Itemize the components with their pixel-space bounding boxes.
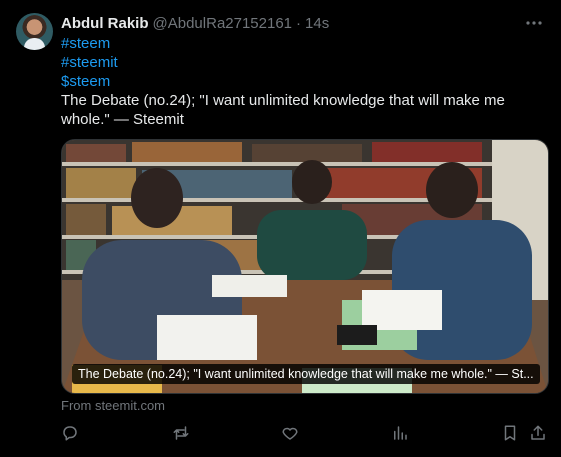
like-icon[interactable] [281,424,301,444]
retweet-icon[interactable] [172,424,192,444]
hashtag-steemit[interactable]: #steemit [61,53,543,72]
card-caption: The Debate (no.24); "I want unlimited kn… [72,364,540,384]
cashtag-steem[interactable]: $steem [61,72,543,91]
author-handle[interactable]: @AbdulRa27152161 [153,15,293,32]
hashtag-steem[interactable]: #steem [61,34,543,53]
bookmark-icon[interactable] [501,424,521,444]
more-icon[interactable] [525,14,543,34]
tweet-header: Abdul Rakib @AbdulRa27152161 · 14s [61,14,329,32]
separator-dot: · [296,14,302,32]
card-source[interactable]: From steemit.com [61,398,165,413]
timestamp[interactable]: 14s [305,15,329,32]
tweet[interactable]: Abdul Rakib @AbdulRa27152161 · 14s #stee… [0,0,561,457]
author-name[interactable]: Abdul Rakib [61,15,149,32]
tweet-body: #steem #steemit $steem The Debate (no.24… [61,34,543,129]
avatar[interactable] [16,13,53,50]
tweet-text: The Debate (no.24); "I want unlimited kn… [61,92,505,128]
reply-icon[interactable] [61,424,81,444]
link-card[interactable]: The Debate (no.24); "I want unlimited kn… [61,139,549,394]
share-icon[interactable] [529,424,549,444]
tweet-actions [61,424,547,444]
views-icon[interactable] [391,424,411,444]
card-image [62,140,548,393]
